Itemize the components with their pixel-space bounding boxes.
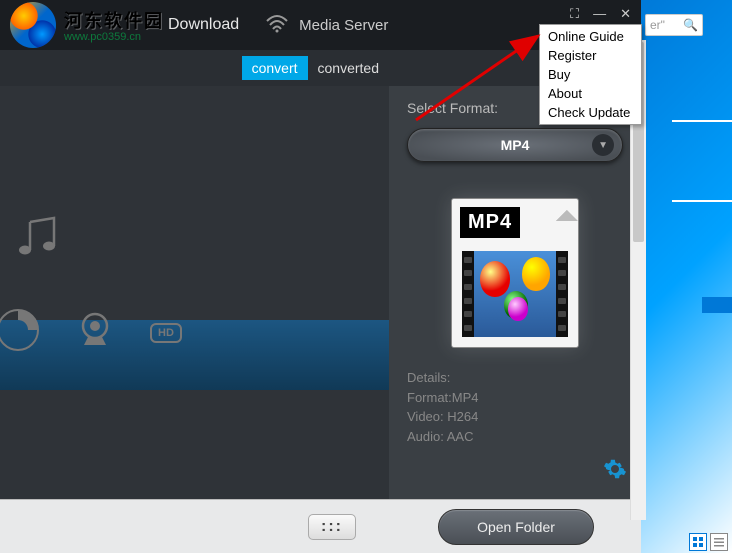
format-value: MP4 xyxy=(501,137,530,153)
tab-convert[interactable]: convert xyxy=(242,56,308,80)
search-text: er" xyxy=(650,18,665,32)
brand-text: 河东软件园 www.pc0359.cn xyxy=(64,7,164,43)
explorer-view-icons xyxy=(689,533,728,551)
format-thumbnail: MP4 xyxy=(451,198,579,348)
search-box[interactable]: er" 🔍 xyxy=(645,14,703,36)
view-details-icon[interactable] xyxy=(710,533,728,551)
logo-area: 河东软件园 www.pc0359.cn xyxy=(10,2,164,48)
search-icon[interactable]: 🔍 xyxy=(683,18,698,32)
fullscreen-icon[interactable]: ⛶ xyxy=(570,6,579,22)
brand-name: 河东软件园 xyxy=(64,7,164,33)
details-video: Video: H264 xyxy=(407,407,623,427)
desktop-background xyxy=(632,0,732,553)
more-button[interactable]: ::: xyxy=(308,514,356,540)
thumb-label: MP4 xyxy=(460,207,520,238)
minimize-icon[interactable]: — xyxy=(593,6,606,22)
brand-url: www.pc0359.cn xyxy=(64,31,164,43)
menu-check-update[interactable]: Check Update xyxy=(542,103,639,122)
menu-online-guide[interactable]: Online Guide xyxy=(542,27,639,46)
open-folder-button[interactable]: Open Folder xyxy=(438,509,594,545)
details-format: Format:MP4 xyxy=(407,388,623,408)
view-list-icon[interactable] xyxy=(689,533,707,551)
format-dropdown[interactable]: MP4 ▼ xyxy=(407,128,623,162)
bottom-bar: ::: Open Folder xyxy=(0,499,641,553)
media-icons: HD xyxy=(14,216,182,357)
webcam-icon xyxy=(76,311,114,354)
details-title: Details: xyxy=(407,368,623,388)
right-pane: Select Format: MP4 ▼ MP4 Details: Format… xyxy=(389,86,641,499)
media-server-tab[interactable]: Media Server xyxy=(299,17,388,34)
close-icon[interactable]: ✕ xyxy=(620,6,631,22)
details-audio: Audio: AAC xyxy=(407,427,623,447)
tab-converted[interactable]: converted xyxy=(308,56,389,80)
hd-icon: HD xyxy=(150,323,182,343)
context-menu: Online Guide Register Buy About Check Up… xyxy=(539,24,642,125)
chevron-down-icon: ▼ xyxy=(598,140,608,151)
disc-icon xyxy=(0,308,40,357)
wifi-icon xyxy=(265,13,289,38)
download-tab[interactable]: Download xyxy=(168,16,239,34)
details-block: Details: Format:MP4 Video: H264 Audio: A… xyxy=(407,368,623,446)
menu-buy[interactable]: Buy xyxy=(542,65,639,84)
music-icon xyxy=(14,216,182,270)
left-pane: HD xyxy=(0,86,389,499)
menu-about[interactable]: About xyxy=(542,84,639,103)
logo-icon xyxy=(10,2,56,48)
main-area: HD Select Format: MP4 ▼ MP4 xyxy=(0,86,641,499)
menu-register[interactable]: Register xyxy=(542,46,639,65)
thumb-image xyxy=(462,251,568,337)
gear-icon[interactable] xyxy=(603,457,627,487)
